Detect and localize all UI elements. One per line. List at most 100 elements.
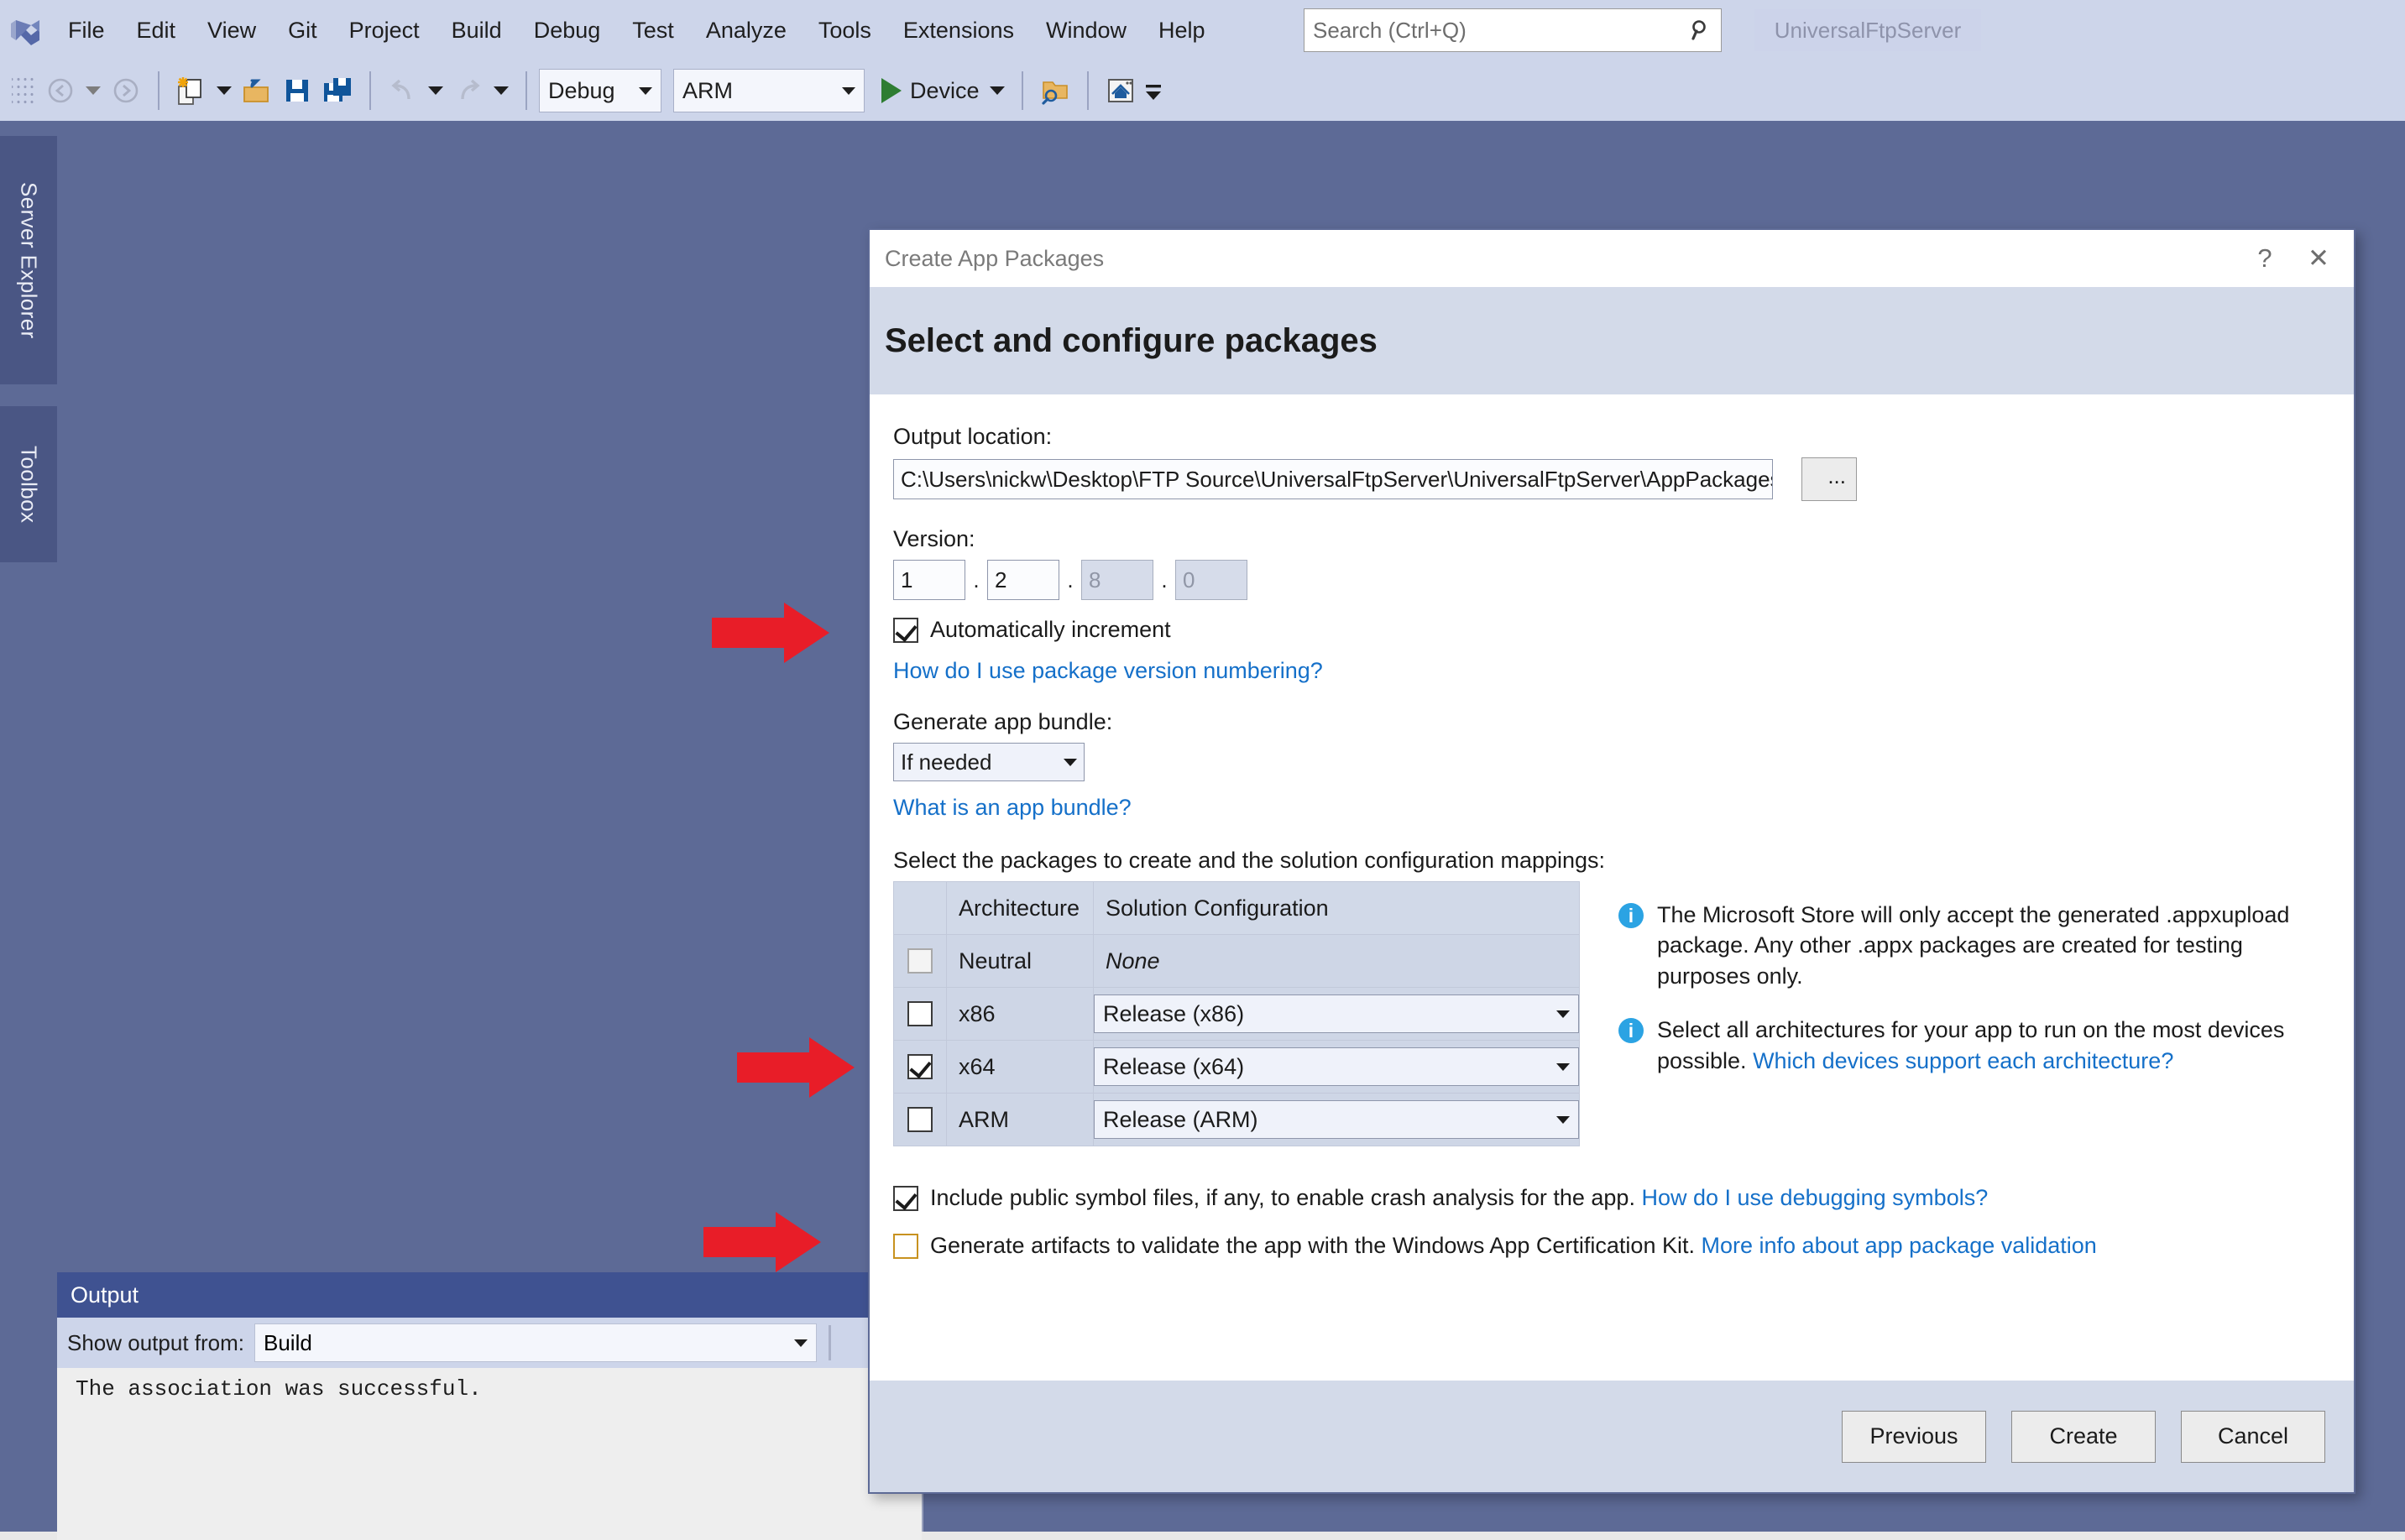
app-bundle-label: Generate app bundle: <box>893 709 2354 735</box>
toolbar-drag-grip[interactable] <box>12 74 34 107</box>
chevron-down-icon <box>639 87 652 95</box>
help-icon[interactable]: ? <box>2238 232 2292 285</box>
new-item-icon[interactable] <box>171 69 212 112</box>
version-major-input[interactable]: 1 <box>893 560 965 600</box>
table-header-row: Architecture Solution Configuration <box>894 882 1580 935</box>
new-item-dropdown[interactable] <box>212 69 237 112</box>
dialog-window-title: Create App Packages <box>885 246 2238 272</box>
toolbar-overflow-icon[interactable] <box>1141 69 1166 112</box>
run-target-dropdown-icon[interactable] <box>990 86 1005 95</box>
menu-item-test[interactable]: Test <box>616 0 690 60</box>
version-separator-1: . <box>965 567 987 593</box>
which-devices-link[interactable]: Which devices support each architecture? <box>1753 1048 2173 1073</box>
menu-item-analyze[interactable]: Analyze <box>690 0 803 60</box>
redo-dropdown[interactable] <box>489 69 514 112</box>
navigate-back-icon[interactable] <box>40 69 81 112</box>
open-file-icon[interactable] <box>237 69 277 112</box>
close-icon[interactable]: ✕ <box>2292 232 2345 285</box>
auto-increment-row[interactable]: Automatically increment <box>893 617 2354 643</box>
browse-button[interactable]: ... <box>1801 457 1857 501</box>
package-architecture-arm: ARM <box>947 1107 1093 1133</box>
info-icon: i <box>1618 903 1644 928</box>
menu-item-extensions[interactable]: Extensions <box>887 0 1030 60</box>
menu-item-edit[interactable]: Edit <box>121 0 192 60</box>
menu-item-debug[interactable]: Debug <box>518 0 617 60</box>
debugging-symbols-link[interactable]: How do I use debugging symbols? <box>1641 1185 1988 1210</box>
menu-item-help[interactable]: Help <box>1142 0 1221 60</box>
navigate-back-dropdown[interactable] <box>81 69 106 112</box>
version-label: Version: <box>893 526 2354 552</box>
menu-item-project[interactable]: Project <box>333 0 436 60</box>
menu-item-tools[interactable]: Tools <box>803 0 887 60</box>
find-in-files-icon[interactable] <box>1035 69 1075 112</box>
app-bundle-link[interactable]: What is an app bundle? <box>893 795 2354 821</box>
solution-platform-combo[interactable]: ARM <box>673 69 865 112</box>
include-symbols-checkbox[interactable] <box>893 1186 918 1211</box>
generate-wack-artifacts-label: Generate artifacts to validate the app w… <box>930 1233 1695 1258</box>
package-architecture-x64: x64 <box>947 1054 1093 1080</box>
arrow-pointing-wack-checkbox <box>703 1209 821 1276</box>
column-header-solution-configuration: Solution Configuration <box>1094 895 1579 921</box>
package-configuration-neutral: None <box>1094 948 1579 974</box>
show-output-from-label: Show output from: <box>67 1330 244 1356</box>
output-pane-toolbar: Show output from: Build <box>57 1318 922 1368</box>
menu-item-view[interactable]: View <box>191 0 272 60</box>
output-source-combo[interactable]: Build <box>254 1323 817 1362</box>
output-pane-title-bar: Output <box>57 1272 922 1318</box>
undo-dropdown[interactable] <box>423 69 448 112</box>
table-row[interactable]: ARM Release (ARM) <box>894 1094 1580 1146</box>
package-configuration-combo-x86[interactable]: Release (x86) <box>1094 994 1579 1033</box>
sidebar-item-server-explorer[interactable]: Server Explorer <box>0 136 57 384</box>
output-pane-text[interactable]: The association was successful. <box>57 1368 922 1540</box>
save-icon[interactable] <box>277 69 317 112</box>
standard-toolbar: Debug ARM Device <box>0 60 2405 121</box>
menu-item-build[interactable]: Build <box>436 0 518 60</box>
info-panel: i The Microsoft Store will only accept t… <box>1618 881 2315 1099</box>
package-configuration-combo-x64[interactable]: Release (x64) <box>1094 1047 1579 1086</box>
package-validation-link[interactable]: More info about app package validation <box>1702 1233 2097 1258</box>
package-checkbox-neutral <box>907 948 933 974</box>
output-source-value: Build <box>264 1330 794 1356</box>
home-window-icon[interactable] <box>1101 69 1141 112</box>
auto-increment-checkbox[interactable] <box>893 618 918 643</box>
search-input[interactable]: Search (Ctrl+Q) <box>1304 8 1722 52</box>
package-checkbox-x64[interactable] <box>907 1054 933 1079</box>
create-button[interactable]: Create <box>2011 1411 2156 1463</box>
output-location-input[interactable]: C:\Users\nickw\Desktop\FTP Source\Univer… <box>893 459 1773 499</box>
menu-item-git[interactable]: Git <box>272 0 333 60</box>
solution-configuration-combo[interactable]: Debug <box>539 69 661 112</box>
menu-item-file[interactable]: File <box>52 0 121 60</box>
start-debug-button[interactable]: Device <box>876 69 1010 112</box>
save-all-icon[interactable] <box>317 69 358 112</box>
app-bundle-value: If needed <box>901 749 1064 775</box>
search-placeholder: Search (Ctrl+Q) <box>1313 18 1687 44</box>
sidebar-item-toolbox[interactable]: Toolbox <box>0 406 57 562</box>
include-symbols-row[interactable]: Include public symbol files, if any, to … <box>893 1185 2354 1211</box>
cancel-button[interactable]: Cancel <box>2181 1411 2325 1463</box>
undo-icon[interactable] <box>383 69 423 112</box>
version-row: 1 . 2 . 8 . 0 <box>893 560 2354 600</box>
table-row[interactable]: x64 Release (x64) <box>894 1041 1580 1094</box>
generate-wack-artifacts-checkbox[interactable] <box>893 1234 918 1259</box>
table-row[interactable]: Neutral None <box>894 935 1580 988</box>
redo-icon[interactable] <box>448 69 489 112</box>
table-row[interactable]: x86 Release (x86) <box>894 988 1580 1041</box>
chevron-down-icon <box>1556 1116 1570 1124</box>
output-location-label: Output location: <box>893 424 2354 450</box>
generate-wack-artifacts-row[interactable]: Generate artifacts to validate the app w… <box>893 1233 2354 1259</box>
active-project-name: UniversalFtpServer <box>1754 9 1981 51</box>
visual-studio-window: File Edit View Git Project Build Debug T… <box>0 0 2405 1532</box>
column-header-architecture: Architecture <box>947 895 1093 921</box>
menu-item-window[interactable]: Window <box>1030 0 1142 60</box>
package-configuration-combo-arm[interactable]: Release (ARM) <box>1094 1100 1579 1139</box>
version-numbering-link[interactable]: How do I use package version numbering? <box>893 658 2354 684</box>
package-configuration-value-x86: Release (x86) <box>1103 1001 1556 1027</box>
version-minor-input[interactable]: 2 <box>987 560 1059 600</box>
app-bundle-combo[interactable]: If needed <box>893 743 1085 781</box>
package-checkbox-arm[interactable] <box>907 1107 933 1132</box>
page-title: Select and configure packages <box>885 322 1378 360</box>
info-icon: i <box>1618 1018 1644 1043</box>
navigate-forward-icon[interactable] <box>106 69 146 112</box>
previous-button[interactable]: Previous <box>1842 1411 1986 1463</box>
package-checkbox-x86[interactable] <box>907 1001 933 1026</box>
